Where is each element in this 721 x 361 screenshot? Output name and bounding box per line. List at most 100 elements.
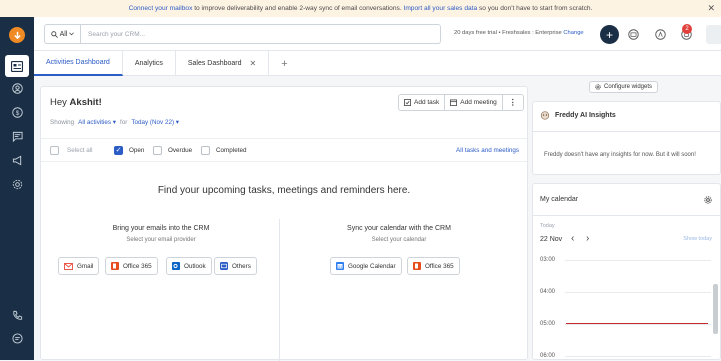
calendar-scrollbar[interactable] bbox=[713, 284, 718, 334]
all-tasks-link[interactable]: All tasks and meetings bbox=[456, 147, 519, 154]
dashboard-tabs: Activities Dashboard Analytics Sales Das… bbox=[34, 51, 721, 76]
banner-text-2: so you don't have to start from scratch. bbox=[477, 5, 593, 12]
widget-divider bbox=[533, 215, 720, 216]
conversations-icon[interactable] bbox=[8, 127, 26, 145]
completed-checkbox[interactable] bbox=[201, 145, 210, 155]
office365-calendar-button[interactable]: Office 365 bbox=[407, 257, 460, 275]
chevron-down-icon bbox=[69, 32, 75, 36]
google-calendar-button[interactable]: 31 Google Calendar bbox=[330, 257, 402, 275]
calendar-date: 22 Nov bbox=[540, 236, 563, 243]
activities-panel: Hey Akshit! Add task Add meeting ⋮ Showi… bbox=[40, 86, 528, 361]
greeting: Hey Akshit! bbox=[50, 97, 102, 108]
gmail-icon bbox=[64, 262, 73, 270]
outlook-button[interactable]: Outlook bbox=[166, 257, 212, 275]
trial-info: 20 days free trial • Freshsales : Enterp… bbox=[454, 30, 584, 36]
import-data-link[interactable]: Import all your sales data bbox=[403, 5, 477, 12]
search-scope-label: All bbox=[59, 30, 68, 38]
calendar-sync-title: Sync your calendar with the CRM bbox=[347, 225, 451, 232]
task-icon bbox=[404, 99, 411, 106]
close-tab-icon[interactable]: ✕ bbox=[250, 59, 257, 68]
my-calendar-widget: My calendar Today 22 Nov ‹ › Show today … bbox=[532, 183, 721, 360]
freddy-insights-widget: Freddy AI Insights Freddy doesn't have a… bbox=[532, 101, 721, 175]
time-slot-label: 03:00 bbox=[540, 257, 556, 263]
tab-activities-dashboard[interactable]: Activities Dashboard bbox=[34, 51, 123, 76]
office365-icon bbox=[111, 262, 119, 270]
assistant-icon[interactable] bbox=[652, 26, 668, 42]
office365-email-button[interactable]: Office 365 bbox=[105, 257, 158, 275]
mail-icon bbox=[220, 262, 228, 270]
others-email-button[interactable]: Others bbox=[214, 257, 257, 275]
change-plan-link[interactable]: Change bbox=[563, 30, 583, 36]
today-label: Today bbox=[540, 223, 555, 229]
settings-icon[interactable] bbox=[8, 175, 26, 193]
more-options-button[interactable]: ⋮ bbox=[503, 95, 523, 110]
trial-text: 20 days free trial • Freshsales : Enterp… bbox=[454, 30, 562, 36]
others-label: Others bbox=[232, 262, 251, 270]
email-sync-subtitle: Select your email provider bbox=[126, 237, 196, 243]
empty-state-headline: Find your upcoming tasks, meetings and r… bbox=[157, 185, 411, 196]
tab-analytics[interactable]: Analytics bbox=[123, 51, 176, 76]
select-all-checkbox[interactable] bbox=[50, 145, 59, 155]
open-checkbox[interactable]: ✓ bbox=[114, 145, 123, 155]
time-slot-line bbox=[565, 324, 711, 325]
user-name: Akshit! bbox=[69, 97, 102, 108]
notification-badge: 2 bbox=[682, 24, 692, 34]
time-slot-label: 05:00 bbox=[540, 321, 556, 327]
connect-mailbox-link[interactable]: Connect your mailbox bbox=[129, 5, 193, 12]
gmail-label: Gmail bbox=[77, 262, 94, 270]
google-calendar-label: Google Calendar bbox=[348, 262, 396, 270]
select-all-label: Select all bbox=[67, 146, 93, 154]
outlook-icon bbox=[172, 262, 180, 270]
tab-label: Analytics bbox=[134, 60, 163, 67]
office365-label: Office 365 bbox=[123, 262, 152, 270]
avatar[interactable] bbox=[706, 25, 721, 44]
date-filter-dropdown[interactable]: Today (Nov 22) ▾ bbox=[131, 119, 179, 126]
gmail-button[interactable]: Gmail bbox=[58, 257, 100, 275]
gear-icon[interactable] bbox=[704, 196, 712, 204]
chat-icon[interactable] bbox=[8, 329, 26, 347]
tab-sales-dashboard[interactable]: Sales Dashboard ✕ bbox=[176, 51, 270, 76]
contacts-icon[interactable] bbox=[8, 79, 26, 97]
configure-widgets-button[interactable]: Configure widgets bbox=[589, 81, 659, 93]
email-sync-section: Bring your emails into the CRM Select yo… bbox=[41, 225, 281, 243]
date-filter-label: Today (Nov 22) bbox=[131, 119, 175, 126]
configure-widgets-label: Configure widgets bbox=[604, 84, 653, 90]
show-today-link[interactable]: Show today bbox=[683, 236, 712, 242]
quick-add-button[interactable]: + bbox=[600, 25, 619, 44]
freddy-title: Freddy AI Insights bbox=[540, 111, 616, 120]
greeting-text: Hey bbox=[50, 97, 67, 108]
global-search: All Search your CRM... bbox=[44, 24, 441, 44]
time-slot-label: 06:00 bbox=[540, 353, 556, 359]
svg-text:31: 31 bbox=[338, 264, 343, 269]
calendar-sync-subtitle: Select your calendar bbox=[371, 237, 427, 243]
status-filter-row: Select all ✓ Open Overdue Completed All … bbox=[41, 138, 527, 162]
time-slot-line bbox=[565, 356, 711, 357]
top-bar: All Search your CRM... 20 days free tria… bbox=[34, 17, 721, 51]
overdue-checkbox[interactable] bbox=[153, 145, 162, 155]
add-task-label: Add task bbox=[414, 99, 440, 106]
gear-icon bbox=[595, 84, 601, 90]
app-logo[interactable] bbox=[9, 27, 25, 43]
close-icon[interactable]: ✕ bbox=[707, 3, 715, 14]
email-sync-title: Bring your emails into the CRM bbox=[112, 225, 210, 232]
deals-icon[interactable]: $ bbox=[8, 103, 26, 121]
dashboard-icon[interactable] bbox=[5, 55, 29, 77]
search-scope-dropdown[interactable]: All bbox=[45, 25, 81, 43]
add-task-button[interactable]: Add task bbox=[399, 95, 446, 110]
search-icon bbox=[50, 30, 58, 38]
add-meeting-button[interactable]: Add meeting bbox=[445, 95, 503, 110]
activities-filter-dropdown[interactable]: All activities ▾ bbox=[78, 119, 116, 126]
completed-label: Completed bbox=[216, 146, 247, 154]
activities-filter-label: All activities bbox=[78, 119, 112, 126]
search-input[interactable]: Search your CRM... bbox=[81, 31, 145, 38]
showing-label: Showing bbox=[50, 119, 75, 126]
add-tab-button[interactable]: + bbox=[269, 51, 299, 76]
next-day-button[interactable]: › bbox=[586, 233, 589, 244]
prev-day-button[interactable]: ‹ bbox=[571, 233, 574, 244]
campaigns-icon[interactable] bbox=[8, 151, 26, 169]
open-label: Open bbox=[129, 146, 145, 154]
phone-icon[interactable] bbox=[8, 306, 26, 324]
inbox-icon[interactable] bbox=[625, 26, 641, 42]
showing-filters: Showing All activities ▾ for Today (Nov … bbox=[50, 119, 179, 126]
top-banner: Connect your mailbox to improve delivera… bbox=[0, 0, 721, 17]
